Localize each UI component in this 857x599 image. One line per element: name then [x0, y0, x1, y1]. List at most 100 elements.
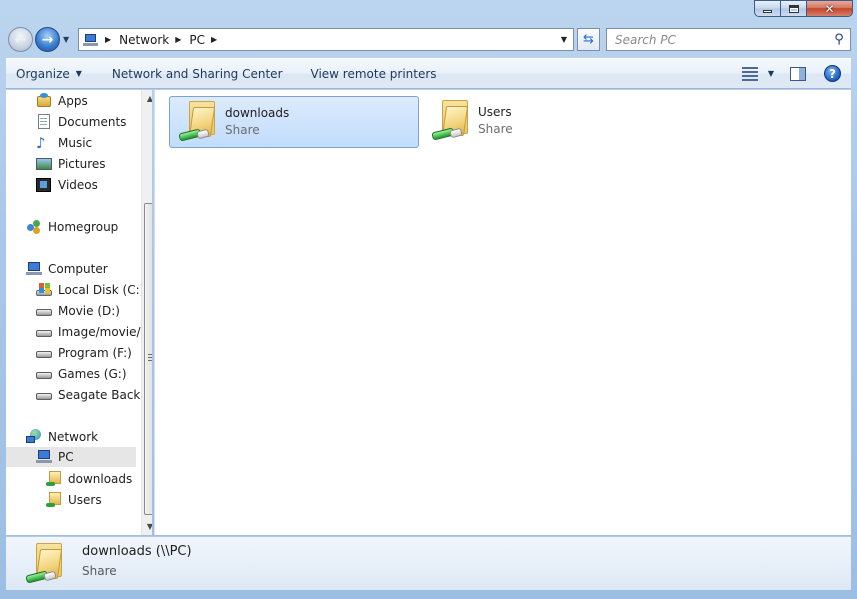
forward-button[interactable]: → [35, 27, 60, 52]
sidebar-item-homegroup[interactable]: Homegroup [26, 217, 118, 237]
view-options-chevron-icon[interactable]: ▼ [768, 69, 774, 78]
sidebar-item-pc[interactable]: PC [6, 447, 136, 467]
hard-drive-icon [36, 387, 52, 403]
sidebar-item-label: Homegroup [48, 220, 119, 234]
apps-icon [36, 93, 52, 109]
navigation-pane-scrollbar[interactable]: ▲ ▼ [141, 90, 152, 535]
minimize-button[interactable] [754, 0, 781, 17]
share-name: Users [478, 105, 512, 119]
sidebar-item-documents[interactable]: Documents [36, 112, 126, 132]
sidebar-item-label: downloads [68, 472, 133, 486]
sidebar-item-network[interactable]: Network [26, 427, 98, 447]
sidebar-item-pictures[interactable]: Pictures [36, 154, 106, 174]
search-box[interactable]: Search PC ⚲ [606, 28, 851, 51]
change-view-icon[interactable] [741, 66, 758, 81]
help-icon[interactable]: ? [824, 65, 841, 82]
sidebar-item-label: Documents [58, 115, 127, 129]
share-tile-downloads[interactable]: downloads Share [169, 96, 419, 148]
explorer-window: ✕ ← → ▼ ▶ Network ▶ PC ▶ ▼ ⇆ Search PC ⚲… [0, 0, 857, 599]
preview-pane-icon[interactable] [790, 66, 806, 81]
sidebar-item-label: Music [58, 136, 93, 150]
details-subtitle: Share [82, 564, 117, 578]
sidebar-item-label: PC [58, 450, 74, 464]
sidebar-item-computer[interactable]: Computer [26, 259, 108, 279]
scrollbar-thumb[interactable] [144, 203, 152, 515]
sidebar-item-label: Network [48, 430, 99, 444]
sidebar-item-music[interactable]: ♪ Music [36, 133, 92, 153]
view-remote-printers-button[interactable]: View remote printers [301, 67, 447, 81]
refresh-icon: ⇆ [583, 32, 594, 47]
scroll-up-arrow-icon[interactable]: ▲ [142, 90, 152, 107]
navigation-bar: ← → ▼ ▶ Network ▶ PC ▶ ▼ ⇆ Search PC ⚲ [6, 26, 851, 54]
back-arrow-icon: ← [14, 31, 27, 48]
shared-folder-icon [46, 471, 62, 487]
sidebar-item-drive-d[interactable]: Movie (D:) [36, 301, 120, 321]
remote-printers-label: View remote printers [310, 66, 437, 81]
details-title: downloads (\\PC) [82, 544, 192, 559]
sidebar-item-share-users[interactable]: Users [46, 490, 102, 510]
refresh-button[interactable]: ⇆ [577, 28, 600, 51]
sidebar-item-label: Videos [58, 178, 98, 192]
address-bar[interactable]: ▶ Network ▶ PC ▶ ▼ [78, 28, 574, 51]
breadcrumb-chevron-icon[interactable]: ▶ [105, 35, 111, 44]
recent-pages-dropdown[interactable]: ▼ [63, 35, 69, 44]
music-icon: ♪ [36, 134, 46, 152]
breadcrumb-pc[interactable]: PC [189, 33, 205, 47]
grip-icon [148, 354, 152, 361]
share-tile-users[interactable]: Users Share [423, 96, 673, 148]
hard-drive-icon [36, 303, 52, 319]
sidebar-item-drive-c[interactable]: Local Disk (C:) [36, 280, 144, 300]
sidebar-item-drive-e[interactable]: Image/movie/I [36, 322, 144, 342]
share-type: Share [225, 123, 260, 137]
sidebar-item-label: Local Disk (C:) [58, 283, 145, 297]
system-drive-icon [36, 282, 52, 298]
maximize-button[interactable] [781, 0, 807, 17]
close-icon: ✕ [824, 1, 835, 16]
sidebar-item-label: Games (G:) [58, 367, 127, 381]
close-button[interactable]: ✕ [807, 0, 853, 17]
hard-drive-icon [36, 324, 52, 340]
organize-button[interactable]: Organize ▼ [6, 67, 92, 81]
sidebar-item-label: Movie (D:) [58, 304, 120, 318]
chevron-down-icon: ▼ [560, 35, 568, 44]
file-list-pane: downloads Share Users Share [154, 90, 851, 535]
sidebar-item-apps[interactable]: Apps [36, 91, 88, 111]
share-type: Share [478, 122, 513, 136]
back-button[interactable]: ← [8, 27, 33, 52]
help-label: ? [829, 66, 836, 81]
computer-icon [83, 33, 99, 47]
shared-folder-icon [46, 492, 62, 508]
sidebar-item-drive-g[interactable]: Games (G:) [36, 364, 127, 384]
computer-icon [26, 261, 42, 277]
network-sharing-label: Network and Sharing Center [111, 66, 283, 81]
sidebar-item-drive-seagate[interactable]: Seagate Backup [36, 385, 152, 405]
minimize-icon [763, 10, 772, 13]
hard-drive-icon [36, 366, 52, 382]
breadcrumb-chevron-icon[interactable]: ▶ [211, 35, 217, 44]
search-input[interactable]: Search PC [615, 33, 828, 47]
sidebar-item-drive-f[interactable]: Program (F:) [36, 343, 132, 363]
command-bar: Organize ▼ Network and Sharing Center Vi… [6, 58, 851, 89]
sidebar-item-videos[interactable]: Videos [36, 175, 98, 195]
network-sharing-center-button[interactable]: Network and Sharing Center [102, 67, 293, 81]
documents-icon [36, 114, 52, 130]
address-dropdown-button[interactable]: ▼ [555, 29, 573, 50]
sidebar-item-label: Program (F:) [58, 346, 132, 360]
search-icon[interactable]: ⚲ [828, 32, 850, 47]
maximize-icon [788, 4, 799, 13]
sidebar-item-share-downloads[interactable]: downloads [46, 469, 132, 489]
share-name: downloads [225, 106, 290, 120]
breadcrumb-network[interactable]: Network [119, 33, 169, 47]
sidebar-item-label: Pictures [58, 157, 106, 171]
sidebar-item-label: Computer [48, 262, 108, 276]
sidebar-item-label: Seagate Backup [58, 388, 152, 402]
chevron-down-icon: ▼ [75, 69, 82, 78]
homegroup-icon [26, 219, 42, 235]
network-globe-icon [26, 429, 42, 445]
hard-drive-icon [36, 345, 52, 361]
scroll-down-arrow-icon[interactable]: ▼ [142, 518, 152, 535]
computer-icon [36, 449, 52, 465]
sidebar-item-label: Users [68, 493, 102, 507]
sidebar-item-label: Image/movie/I [58, 325, 145, 339]
breadcrumb-chevron-icon[interactable]: ▶ [175, 35, 181, 44]
